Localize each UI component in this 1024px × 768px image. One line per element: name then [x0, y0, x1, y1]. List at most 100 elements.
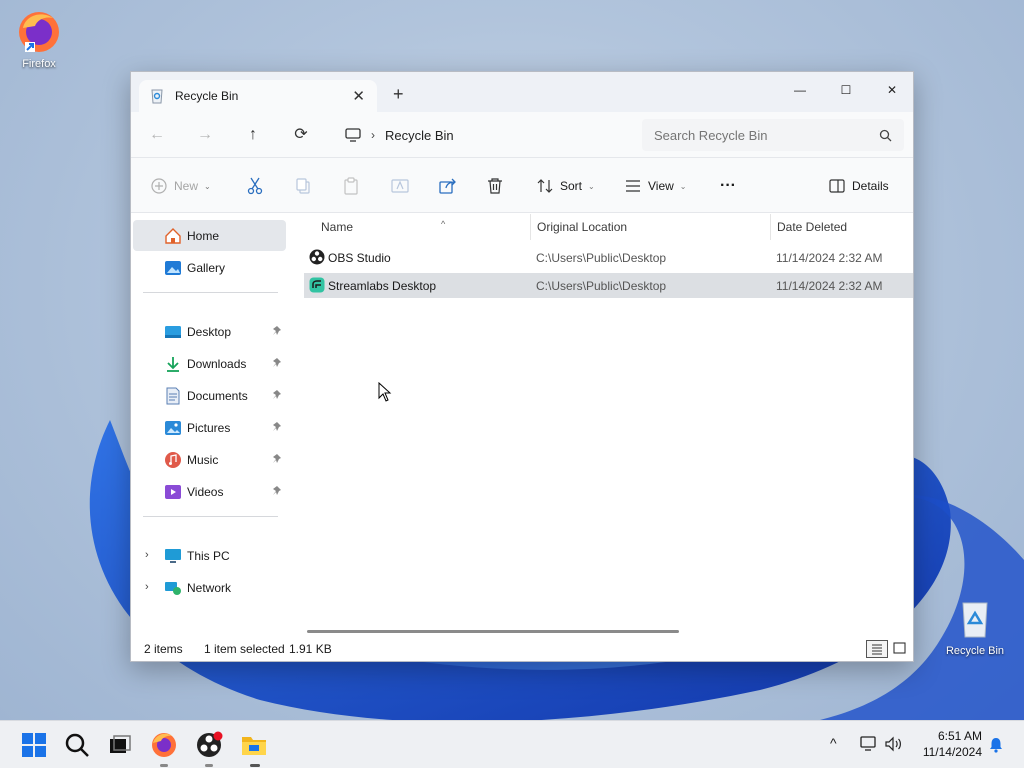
sort-button[interactable]: Sort ⌄ — [537, 173, 595, 199]
expand-chevron-icon[interactable]: › — [145, 549, 149, 561]
pin-icon[interactable] — [271, 421, 283, 433]
sidebar-item-music[interactable]: Music — [133, 444, 286, 475]
sidebar-item-desktop[interactable]: Desktop — [133, 316, 286, 347]
sidebar-item-label: Documents — [187, 388, 248, 403]
obs-icon[interactable] — [195, 731, 223, 759]
new-button[interactable]: New ⌄ — [151, 173, 211, 199]
search-icon[interactable] — [63, 731, 91, 759]
notification-bell-icon[interactable] — [988, 737, 1004, 753]
navigation-pane: Home Gallery Desktop Downloads Documents… — [131, 214, 289, 636]
sidebar-item-label: Pictures — [187, 420, 231, 435]
tab-recycle-bin[interactable]: Recycle Bin ✕ — [139, 80, 377, 112]
rename-icon — [391, 179, 409, 193]
back-button[interactable]: ← — [144, 122, 170, 148]
pin-icon[interactable] — [271, 325, 283, 337]
file-original-location: C:\Users\Public\Desktop — [536, 278, 667, 293]
running-indicator — [160, 764, 168, 767]
horizontal-scrollbar[interactable] — [307, 630, 679, 633]
task-view-icon[interactable] — [106, 731, 134, 759]
list-view-icon — [872, 644, 882, 655]
details-pane-button[interactable]: Details — [829, 173, 889, 199]
home-icon — [165, 227, 181, 244]
delete-button[interactable] — [487, 173, 503, 199]
table-row[interactable]: Streamlabs Desktop C:\Users\Public\Deskt… — [304, 273, 913, 298]
column-header-name[interactable]: Name ^ — [313, 214, 529, 240]
pin-icon[interactable] — [271, 453, 283, 465]
column-header-date[interactable]: Date Deleted — [769, 214, 913, 240]
desktop-icon-recycle-bin[interactable]: Recycle Bin — [940, 595, 1010, 657]
sidebar-item-label: Gallery — [187, 260, 226, 275]
command-bar: New ⌄ Sort ⌄ View ⌄ ··· Details — [131, 158, 913, 213]
forward-button[interactable]: → — [192, 122, 218, 148]
sidebar-item-label: Downloads — [187, 356, 247, 371]
network-icon[interactable] — [860, 736, 878, 752]
tiles-view-toggle[interactable] — [889, 640, 911, 658]
desktop-folder-icon — [165, 325, 181, 338]
maximize-button[interactable]: ☐ — [823, 76, 869, 104]
paste-button[interactable] — [343, 173, 359, 199]
pin-icon[interactable] — [271, 357, 283, 369]
copy-icon — [296, 178, 310, 194]
tab-title: Recycle Bin — [175, 89, 239, 103]
breadcrumb-separator: › — [371, 128, 375, 142]
file-original-location: C:\Users\Public\Desktop — [536, 250, 667, 265]
close-button[interactable]: ✕ — [869, 76, 915, 104]
obs-icon — [309, 249, 325, 265]
pin-icon[interactable] — [271, 485, 283, 497]
desktop-icon-firefox[interactable]: Firefox — [4, 8, 74, 70]
table-row[interactable]: OBS Studio C:\Users\Public\Desktop 11/14… — [304, 245, 913, 270]
sidebar-divider — [143, 516, 278, 517]
sidebar-item-this-pc[interactable]: › This PC — [133, 540, 286, 571]
share-icon — [439, 178, 456, 194]
show-hidden-icons-button[interactable]: ^ — [830, 735, 837, 751]
sidebar-item-videos[interactable]: Videos — [133, 476, 286, 507]
desktop-icon-label: Firefox — [22, 58, 56, 70]
sidebar-item-gallery[interactable]: Gallery — [133, 252, 286, 283]
documents-icon — [166, 387, 180, 404]
start-button-icon[interactable] — [20, 731, 48, 759]
recycle-bin-icon — [962, 602, 988, 638]
sidebar-item-home[interactable]: Home — [133, 220, 286, 251]
streamlabs-icon — [309, 277, 325, 293]
selection-size: 1.91 KB — [289, 642, 332, 656]
tiles-view-icon — [893, 642, 906, 654]
sidebar-item-network[interactable]: › Network — [133, 572, 286, 603]
new-tab-button[interactable]: + — [393, 84, 404, 105]
pictures-icon — [165, 420, 181, 435]
copy-button[interactable] — [295, 173, 311, 199]
file-explorer-icon[interactable] — [240, 731, 268, 759]
sidebar-item-label: This PC — [187, 548, 230, 563]
pin-icon[interactable] — [271, 389, 283, 401]
title-bar: Recycle Bin ✕ + — ☐ ✕ — [131, 72, 913, 112]
search-input[interactable] — [654, 127, 879, 143]
firefox-icon[interactable] — [150, 731, 178, 759]
view-button[interactable]: View ⌄ — [625, 173, 687, 199]
sidebar-item-pictures[interactable]: Pictures — [133, 412, 286, 443]
column-header-location[interactable]: Original Location — [529, 214, 769, 240]
more-options-button[interactable]: ··· — [720, 173, 736, 199]
sidebar-item-downloads[interactable]: Downloads — [133, 348, 286, 379]
details-view-toggle[interactable] — [866, 640, 888, 658]
rename-button[interactable] — [391, 173, 409, 199]
system-clock[interactable]: 6:51 AM 11/14/2024 — [910, 728, 982, 760]
breadcrumb[interactable]: › Recycle Bin — [337, 119, 631, 151]
close-tab-icon[interactable]: ✕ — [352, 87, 365, 105]
clock-date: 11/14/2024 — [922, 745, 982, 759]
gallery-icon — [165, 260, 181, 275]
new-button-label: New — [174, 179, 199, 193]
file-date-deleted: 11/14/2024 2:32 AM — [776, 250, 883, 265]
file-list: Name ^ Original Location Date Deleted OB… — [289, 214, 913, 636]
sidebar-item-label: Videos — [187, 484, 224, 499]
search-box[interactable] — [642, 119, 904, 151]
share-button[interactable] — [439, 173, 457, 199]
up-button[interactable]: ↑ — [240, 122, 266, 148]
expand-chevron-icon[interactable]: › — [145, 581, 149, 593]
minimize-button[interactable]: — — [777, 76, 823, 104]
breadcrumb-recycle-bin[interactable]: Recycle Bin — [385, 128, 454, 143]
column-header-label: Name — [321, 220, 354, 234]
details-pane-icon — [829, 179, 845, 193]
sidebar-item-documents[interactable]: Documents — [133, 380, 286, 411]
refresh-button[interactable]: ⟳ — [288, 122, 314, 148]
volume-icon[interactable] — [885, 736, 903, 752]
cut-button[interactable] — [247, 173, 263, 199]
